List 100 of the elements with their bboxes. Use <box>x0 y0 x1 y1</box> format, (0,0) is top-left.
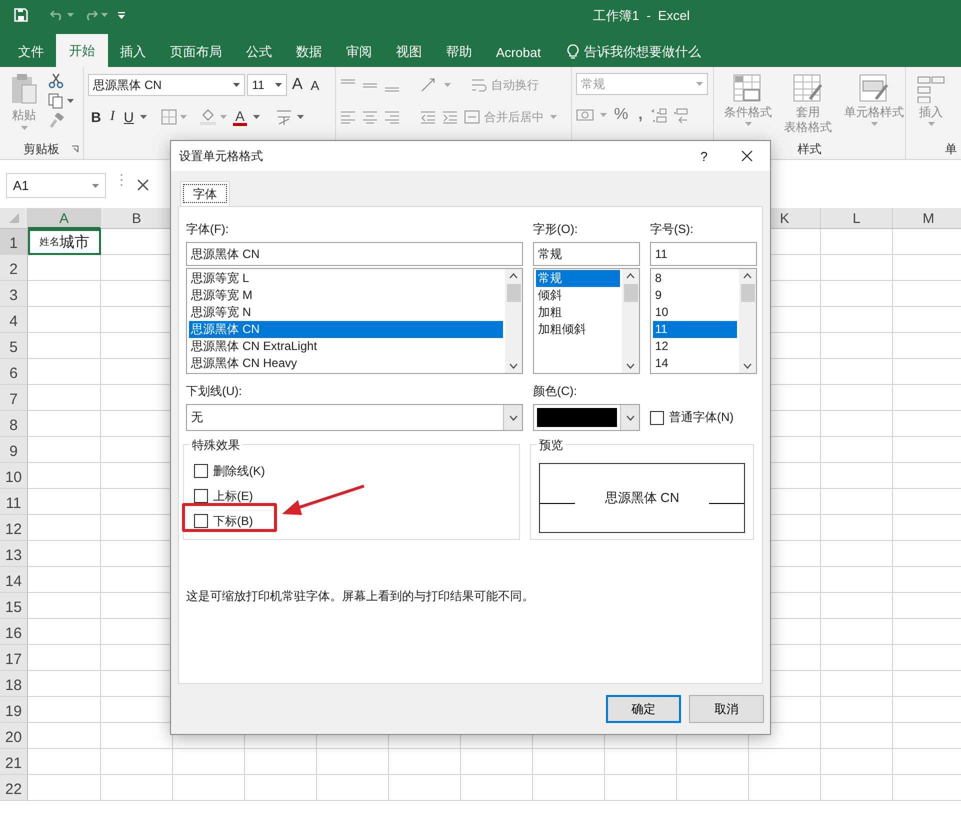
table-cell[interactable] <box>821 671 893 697</box>
row-header[interactable]: 17 <box>0 645 28 671</box>
table-cell[interactable] <box>677 749 749 775</box>
list-box[interactable]: 8 9 10 11 12 14 <box>650 268 757 374</box>
row-header[interactable]: 13 <box>0 541 28 567</box>
table-cell[interactable] <box>533 775 605 801</box>
list-option[interactable]: 思源等宽 L <box>189 270 503 287</box>
table-cell[interactable] <box>821 333 893 359</box>
row-header[interactable]: 7 <box>0 385 28 411</box>
border-grid-icon[interactable] <box>160 109 177 125</box>
table-cell[interactable] <box>821 515 893 541</box>
row-header[interactable]: 6 <box>0 359 28 385</box>
table-cell[interactable] <box>28 749 101 775</box>
dialog-tab[interactable]: 字体 <box>180 181 230 206</box>
table-cell[interactable] <box>821 359 893 385</box>
table-cell[interactable] <box>245 775 317 801</box>
table-cell[interactable] <box>821 775 893 801</box>
list-option[interactable]: 思源黑体 CN ExtraLight <box>189 338 503 355</box>
ribbon-tab[interactable]: 审阅 <box>334 37 384 67</box>
checkbox[interactable] <box>194 489 208 503</box>
input-field[interactable]: 11 <box>650 242 757 266</box>
ribbon-tab[interactable]: 页面布局 <box>158 37 234 67</box>
table-cell[interactable] <box>461 775 533 801</box>
table-cell[interactable] <box>821 229 893 255</box>
indent-increase-icon[interactable] <box>442 110 458 124</box>
color-dropdown[interactable] <box>533 404 640 431</box>
table-cell[interactable] <box>28 619 101 645</box>
currency-icon[interactable] <box>576 107 596 123</box>
comma-button[interactable]: , <box>635 106 646 124</box>
column-header[interactable]: L <box>821 208 893 229</box>
row-header[interactable]: 10 <box>0 463 28 489</box>
table-cell[interactable] <box>749 775 821 801</box>
tell-me-search[interactable]: 告诉我你想要做什么 <box>552 37 701 67</box>
table-cell[interactable] <box>28 385 101 411</box>
ribbon-tab[interactable]: 开始 <box>56 34 108 67</box>
list-option[interactable]: 思源黑体 CN Heavy <box>189 355 503 372</box>
decrease-decimal-icon[interactable] <box>672 106 690 124</box>
bold-button[interactable]: B <box>88 109 104 125</box>
scrollbar-thumb[interactable] <box>740 284 754 302</box>
table-cell[interactable] <box>821 541 893 567</box>
table-cell[interactable] <box>28 437 101 463</box>
row-header[interactable]: 3 <box>0 281 28 307</box>
indent-decrease-icon[interactable] <box>420 110 436 124</box>
fill-bucket-icon[interactable] <box>198 108 217 126</box>
scrollbar[interactable] <box>739 269 756 373</box>
name-box[interactable]: A1 <box>6 173 106 198</box>
row-header[interactable]: 4 <box>0 307 28 333</box>
caret-icon[interactable] <box>92 184 99 188</box>
row-header[interactable]: 9 <box>0 437 28 463</box>
ribbon-tab[interactable]: Acrobat <box>484 37 553 67</box>
shrink-font-button[interactable]: A <box>308 78 322 92</box>
table-cell[interactable] <box>749 749 821 775</box>
undo-icon[interactable] <box>50 9 64 21</box>
table-cell[interactable] <box>28 697 101 723</box>
table-cell[interactable] <box>28 723 101 749</box>
row-header[interactable]: 14 <box>0 567 28 593</box>
caret-icon[interactable] <box>296 115 304 119</box>
row-header[interactable]: 20 <box>0 723 28 749</box>
row-header[interactable]: 1 <box>0 229 28 255</box>
list-option[interactable]: 常规 <box>536 270 620 287</box>
row-header[interactable]: 18 <box>0 671 28 697</box>
close-icon[interactable] <box>741 150 753 162</box>
checkbox-label[interactable]: 普通字体(N) <box>669 409 734 426</box>
grow-font-button[interactable]: A <box>289 76 306 94</box>
align-lines-icon[interactable] <box>384 110 400 124</box>
align-lines-icon[interactable] <box>340 110 356 124</box>
font-name-field[interactable]: 思源黑体 CN <box>88 74 245 96</box>
table-cell[interactable] <box>821 697 893 723</box>
row-header[interactable]: 11 <box>0 489 28 515</box>
table-cell[interactable] <box>101 775 173 801</box>
list-option[interactable]: 思源等宽 M <box>189 287 503 304</box>
table-cell[interactable] <box>821 645 893 671</box>
checkbox-label[interactable]: 上标(E) <box>213 488 253 504</box>
caret-icon[interactable] <box>67 99 74 103</box>
percent-button[interactable]: % <box>611 106 632 124</box>
ribbon-tab[interactable]: 视图 <box>384 37 434 67</box>
table-cell[interactable] <box>533 749 605 775</box>
input-field[interactable]: 常规 <box>533 242 640 266</box>
table-cell[interactable] <box>173 749 245 775</box>
align-lines-icon[interactable] <box>362 110 378 124</box>
select-all-corner[interactable] <box>0 208 28 229</box>
table-cell[interactable] <box>28 307 101 333</box>
table-cell[interactable] <box>28 541 101 567</box>
caret-icon[interactable] <box>233 83 240 87</box>
dialog-launcher-icon[interactable] <box>71 145 79 153</box>
table-cell[interactable] <box>28 567 101 593</box>
table-cell[interactable] <box>245 749 317 775</box>
checkbox[interactable] <box>194 464 208 478</box>
scrollbar-thumb[interactable] <box>506 284 520 302</box>
row-header[interactable]: 19 <box>0 697 28 723</box>
row-header[interactable]: 15 <box>0 593 28 619</box>
list-box[interactable]: 常规 倾斜 加粗 加粗倾斜 <box>533 268 640 374</box>
scrollbar[interactable] <box>505 269 522 373</box>
table-cell[interactable] <box>821 463 893 489</box>
table-cell[interactable] <box>821 619 893 645</box>
ribbon-tab[interactable]: 公式 <box>234 37 284 67</box>
scissors-icon[interactable] <box>48 73 64 89</box>
table-cell[interactable] <box>821 489 893 515</box>
table-cell[interactable] <box>101 749 173 775</box>
caret-icon[interactable] <box>252 115 260 119</box>
